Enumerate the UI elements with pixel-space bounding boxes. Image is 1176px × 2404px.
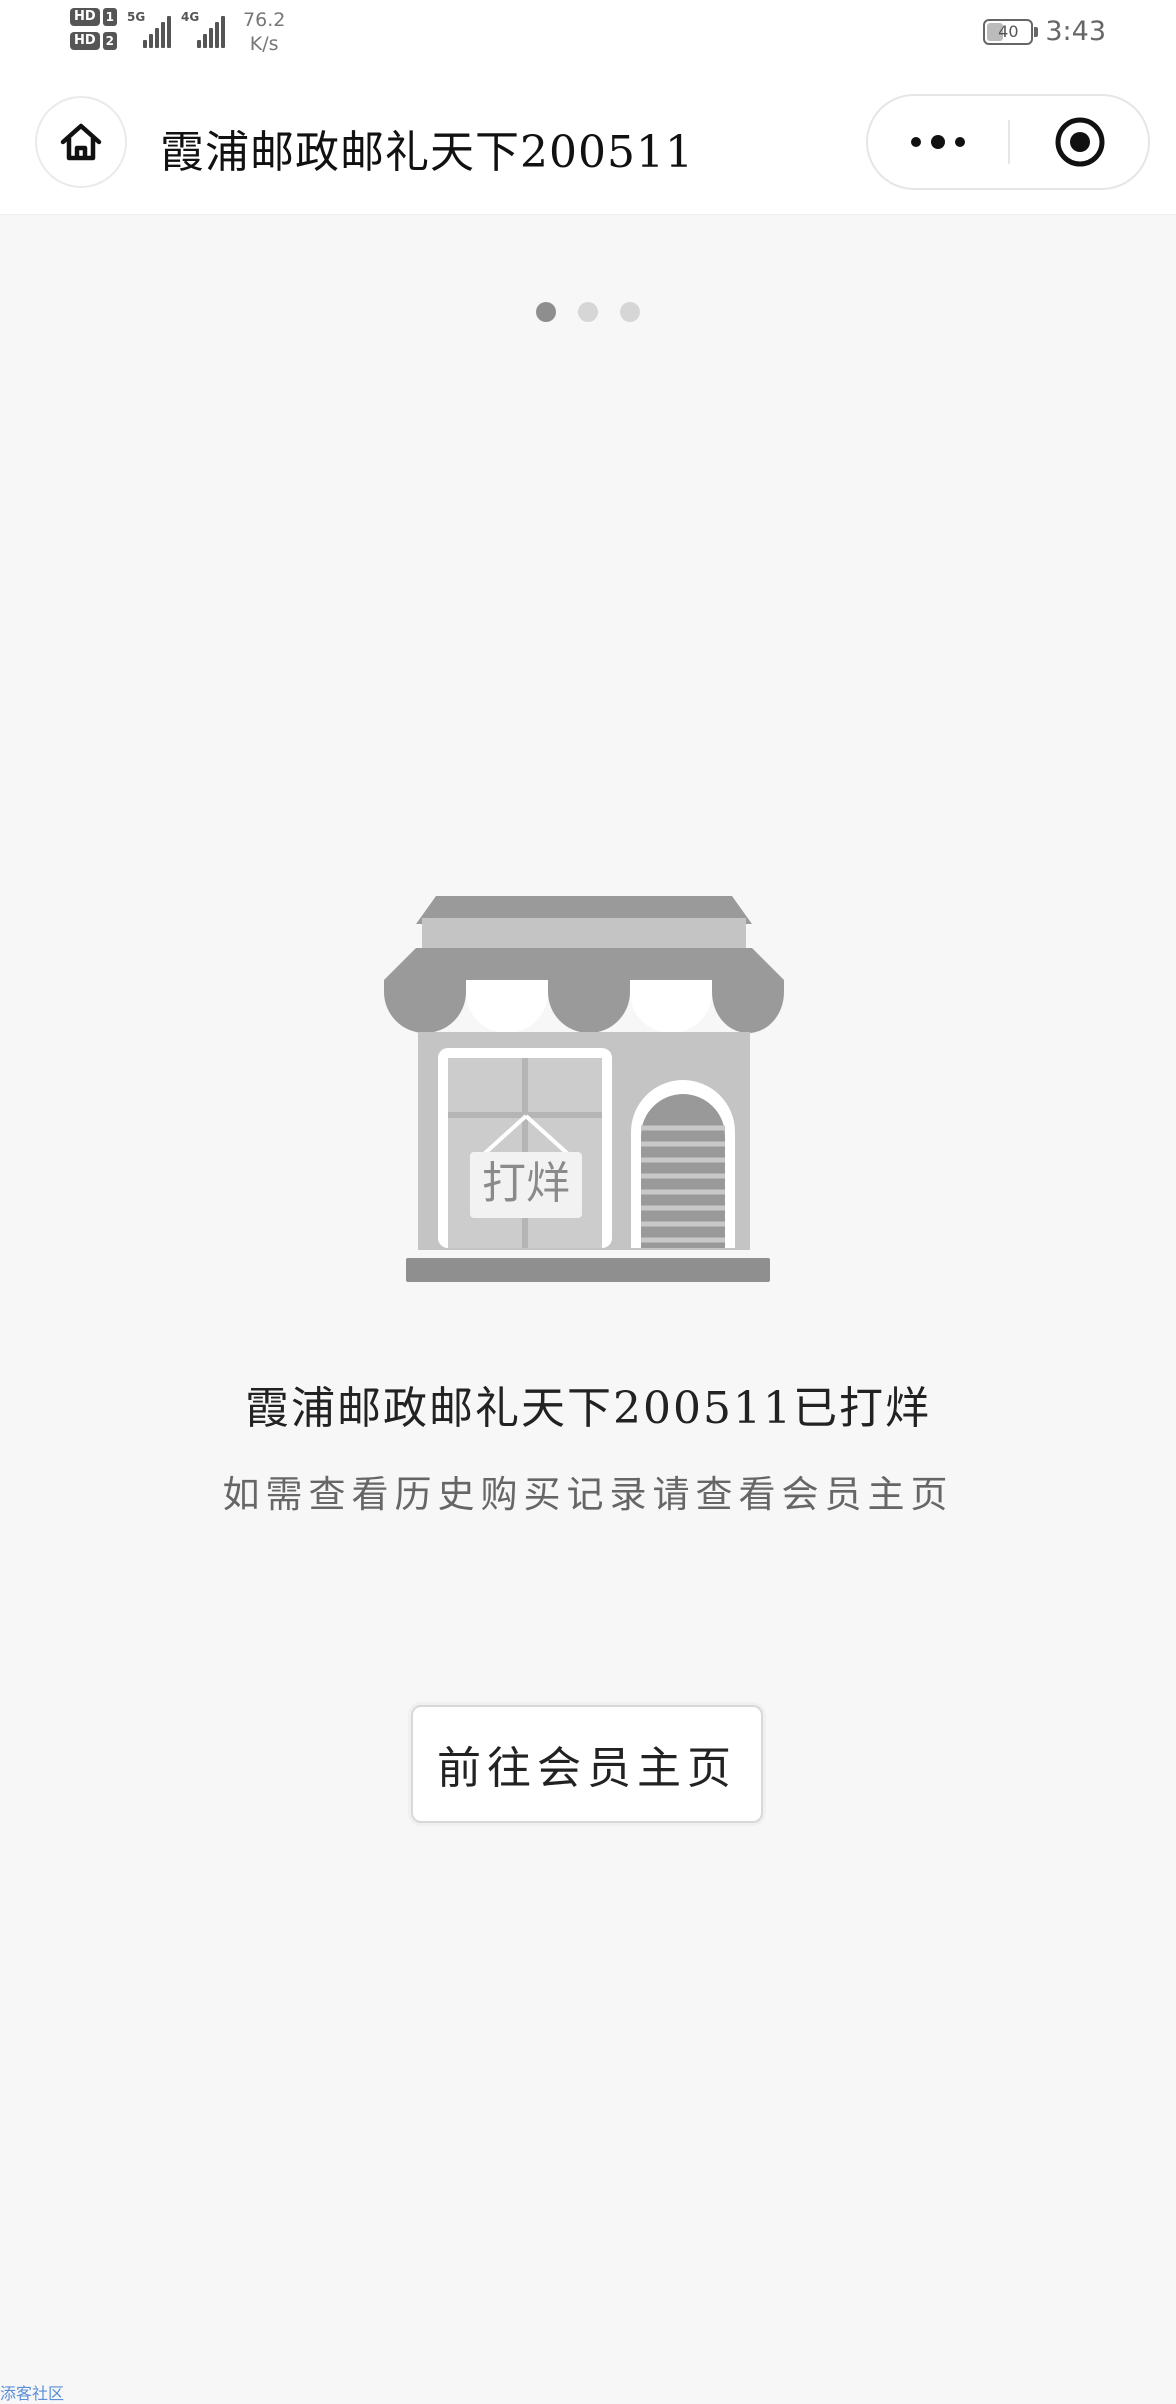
status-time: 3:43: [1045, 16, 1106, 47]
hd-indicator-2: HD 2: [70, 32, 118, 50]
closed-subtitle: 如需查看历史购买记录请查看会员主页: [222, 1473, 954, 1516]
carousel-indicator: [0, 302, 1176, 322]
nav-bar: 霞浦邮政邮礼天下200511: [0, 72, 1176, 215]
carousel-dot[interactable]: [536, 302, 556, 322]
status-left: HD 1 HD 2 5G 4G 76.2 K/s: [70, 8, 285, 68]
more-dots-icon: [911, 135, 965, 149]
home-button[interactable]: [35, 96, 127, 188]
home-icon: [60, 123, 102, 161]
hd-num: 1: [102, 8, 118, 26]
hd-num: 2: [102, 32, 118, 50]
signal-5g-icon: 5G: [127, 10, 172, 48]
more-button[interactable]: [868, 96, 1008, 188]
battery-icon: 40: [983, 18, 1039, 45]
menu-capsule: [866, 94, 1150, 190]
carousel-dot[interactable]: [620, 302, 640, 322]
network-speed-value: 76.2: [243, 9, 286, 31]
signal-5g-label: 5G: [127, 10, 146, 24]
status-bar: HD 1 HD 2 5G 4G 76.2 K/s 40 3:43: [0, 0, 1176, 72]
footer-community-link[interactable]: 添客社区: [0, 2380, 64, 2404]
closed-title: 霞浦邮政邮礼天下200511已打烊: [245, 1383, 931, 1434]
target-close-icon: [1055, 117, 1105, 167]
signal-4g-label: 4G: [181, 10, 200, 24]
closed-store-icon: 打烊: [384, 896, 784, 1282]
page-title: 霞浦邮政邮礼天下200511: [160, 127, 694, 178]
go-member-home-button[interactable]: 前往会员主页: [411, 1705, 763, 1823]
carousel-dot[interactable]: [578, 302, 598, 322]
hd-indicator-1: HD 1: [70, 8, 118, 26]
network-speed-unit: K/s: [249, 33, 279, 55]
network-speed: 76.2 K/s: [243, 8, 285, 56]
close-miniprogram-button[interactable]: [1010, 96, 1150, 188]
hd-indicators: HD 1 HD 2: [70, 8, 118, 50]
hd-label: HD: [70, 8, 100, 26]
status-right: 40 3:43: [983, 16, 1106, 47]
battery-level: 40: [998, 21, 1019, 41]
hd-label: HD: [70, 32, 100, 50]
signal-4g-icon: 4G: [181, 10, 226, 48]
store-sign-text: 打烊: [482, 1158, 570, 1209]
